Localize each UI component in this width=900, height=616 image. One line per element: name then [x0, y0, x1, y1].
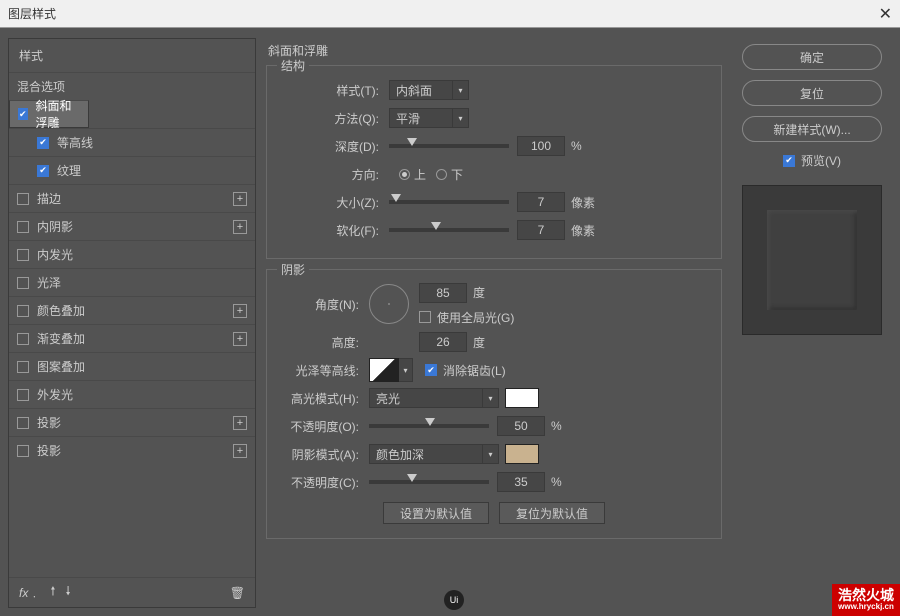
checkbox-icon[interactable]	[17, 333, 29, 345]
shadow-color-swatch[interactable]	[505, 444, 539, 464]
direction-up-radio[interactable]	[399, 169, 410, 180]
sidebar-item-color-overlay[interactable]: 颜色叠加+	[9, 296, 255, 324]
styles-sidebar: 样式 混合选项 ✔斜面和浮雕 ✔等高线 ✔纹理 描边+ 内阴影+ 内发光 光泽 …	[8, 38, 256, 608]
new-style-button[interactable]: 新建样式(W)...	[742, 116, 882, 142]
direction-down-radio[interactable]	[436, 169, 447, 180]
action-column: 确定 复位 新建样式(W)... ✔预览(V)	[732, 38, 892, 608]
sidebar-item-drop-shadow[interactable]: 投影+	[9, 408, 255, 436]
sidebar-item-stroke[interactable]: 描边+	[9, 184, 255, 212]
highlight-opacity-input[interactable]: 50	[497, 416, 545, 436]
make-default-button[interactable]: 设置为默认值	[383, 502, 489, 524]
preview-thumbnail	[742, 185, 882, 335]
chevron-down-icon: ▾	[482, 389, 498, 407]
altitude-input[interactable]: 26	[419, 332, 467, 352]
shadow-mode-select[interactable]: 颜色加深▾	[369, 444, 499, 464]
arrow-up-icon[interactable]: 🠕	[50, 582, 55, 603]
settings-panel: 斜面和浮雕 结构 样式(T):内斜面▾ 方法(Q):平滑▾ 深度(D):100%…	[262, 38, 726, 608]
close-icon[interactable]: ✕	[879, 4, 892, 24]
checkbox-icon[interactable]	[17, 277, 29, 289]
sidebar-header: 样式	[9, 39, 255, 72]
shadow-opacity-input[interactable]: 35	[497, 472, 545, 492]
angle-input[interactable]: 85	[419, 283, 467, 303]
preview-checkbox[interactable]: ✔	[783, 155, 795, 167]
dialog-title: 图层样式	[8, 5, 56, 22]
plus-icon[interactable]: +	[233, 444, 247, 458]
depth-input[interactable]: 100	[517, 136, 565, 156]
size-input[interactable]: 7	[517, 192, 565, 212]
checkbox-icon[interactable]	[17, 249, 29, 261]
ok-button[interactable]: 确定	[742, 44, 882, 70]
antialias-checkbox[interactable]: ✔	[425, 364, 437, 376]
sidebar-item-inner-shadow[interactable]: 内阴影+	[9, 212, 255, 240]
depth-slider[interactable]	[389, 144, 509, 148]
highlight-mode-select[interactable]: 亮光▾	[369, 388, 499, 408]
plus-icon[interactable]: +	[233, 416, 247, 430]
chevron-down-icon: ▾	[482, 445, 498, 463]
highlight-color-swatch[interactable]	[505, 388, 539, 408]
plus-icon[interactable]: +	[233, 332, 247, 346]
arrow-down-icon[interactable]: 🠗	[66, 582, 71, 603]
sidebar-item-drop-shadow-2[interactable]: 投影+	[9, 436, 255, 464]
checkbox-icon[interactable]	[17, 445, 29, 457]
sidebar-item-pattern-overlay[interactable]: 图案叠加	[9, 352, 255, 380]
reset-default-button[interactable]: 复位为默认值	[499, 502, 605, 524]
chevron-down-icon[interactable]: ▾	[399, 358, 413, 382]
checkbox-icon[interactable]: ✔	[37, 137, 49, 149]
ui-cn-logo-icon: Ui	[444, 590, 464, 610]
sidebar-item-bevel[interactable]: ✔斜面和浮雕	[9, 100, 89, 128]
blend-options[interactable]: 混合选项	[9, 72, 255, 100]
technique-select[interactable]: 平滑▾	[389, 108, 469, 128]
checkbox-icon[interactable]	[17, 193, 29, 205]
sidebar-item-inner-glow[interactable]: 内发光	[9, 240, 255, 268]
plus-icon[interactable]: +	[233, 304, 247, 318]
sidebar-item-texture[interactable]: ✔纹理	[9, 156, 255, 184]
shadow-opacity-slider[interactable]	[369, 480, 489, 484]
checkbox-icon[interactable]: ✔	[18, 108, 28, 120]
checkbox-icon[interactable]: ✔	[37, 165, 49, 177]
chevron-down-icon: ▾	[452, 109, 468, 127]
soften-slider[interactable]	[389, 228, 509, 232]
angle-wheel[interactable]	[369, 284, 409, 324]
sidebar-item-gradient-overlay[interactable]: 渐变叠加+	[9, 324, 255, 352]
soften-input[interactable]: 7	[517, 220, 565, 240]
checkbox-icon[interactable]	[17, 361, 29, 373]
watermark: 浩然火城 www.hryckj.cn	[832, 584, 900, 616]
style-select[interactable]: 内斜面▾	[389, 80, 469, 100]
sidebar-item-satin[interactable]: 光泽	[9, 268, 255, 296]
checkbox-icon[interactable]	[17, 417, 29, 429]
gloss-contour[interactable]	[369, 358, 399, 382]
structure-group: 结构 样式(T):内斜面▾ 方法(Q):平滑▾ 深度(D):100% 方向:上下…	[266, 65, 722, 259]
checkbox-icon[interactable]	[17, 305, 29, 317]
sidebar-item-contour[interactable]: ✔等高线	[9, 128, 255, 156]
fx-menu-icon[interactable]: fx﹒	[19, 584, 40, 601]
plus-icon[interactable]: +	[233, 192, 247, 206]
chevron-down-icon: ▾	[452, 81, 468, 99]
titlebar: 图层样式 ✕	[0, 0, 900, 28]
highlight-opacity-slider[interactable]	[369, 424, 489, 428]
checkbox-icon[interactable]	[17, 389, 29, 401]
shading-group: 阴影 角度(N): 85度 使用全局光(G) 高度:26度 光泽等高线:▾✔消除…	[266, 269, 722, 539]
global-light-checkbox[interactable]	[419, 311, 431, 323]
sidebar-item-outer-glow[interactable]: 外发光	[9, 380, 255, 408]
trash-icon[interactable]: 🗑	[230, 586, 245, 600]
panel-title: 斜面和浮雕	[266, 38, 722, 65]
reset-button[interactable]: 复位	[742, 80, 882, 106]
checkbox-icon[interactable]	[17, 221, 29, 233]
size-slider[interactable]	[389, 200, 509, 204]
plus-icon[interactable]: +	[233, 220, 247, 234]
